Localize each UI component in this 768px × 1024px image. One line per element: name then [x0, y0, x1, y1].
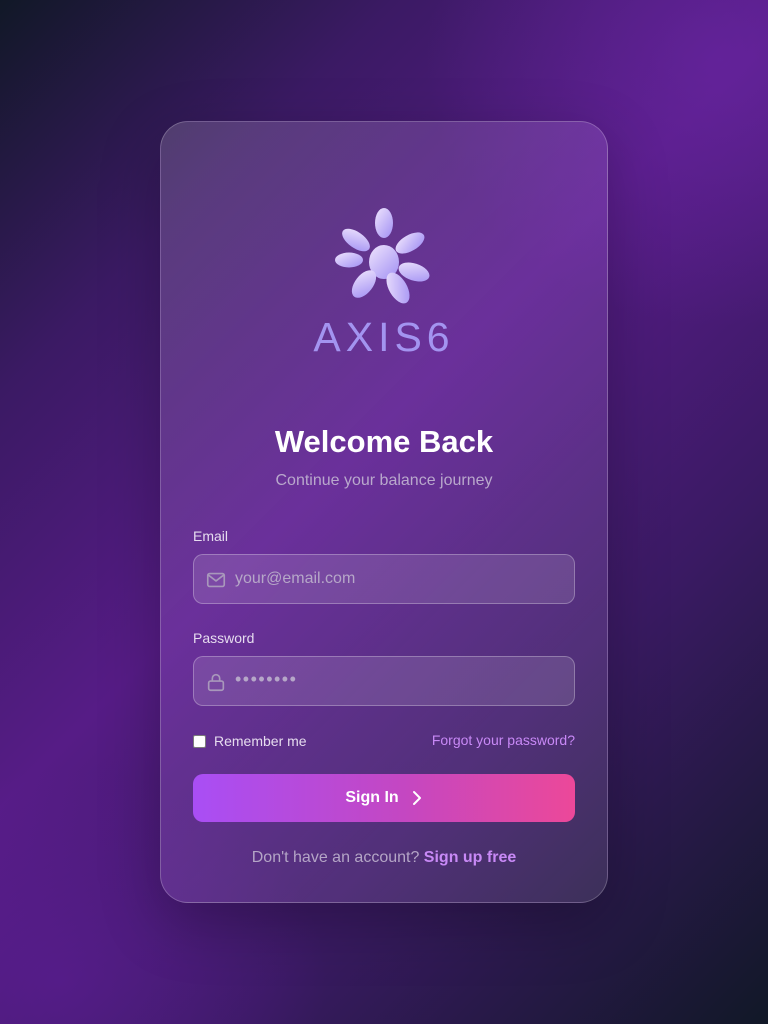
remember-me[interactable]: Remember me: [193, 732, 307, 750]
page-subtitle: Continue your balance journey: [275, 472, 493, 489]
lock-icon: [207, 673, 225, 692]
email-field[interactable]: your@email.com: [193, 554, 575, 604]
email-label: Email: [193, 528, 229, 544]
signup-prompt: Don't have an account?: [251, 849, 424, 866]
remember-me-checkbox[interactable]: [193, 734, 206, 748]
chevron-right-icon: [412, 791, 421, 805]
sign-up-link[interactable]: Sign up free: [424, 849, 516, 866]
password-field[interactable]: ••••••••: [193, 656, 575, 706]
mail-icon: [206, 572, 226, 588]
brand-wordmark: AXIS6: [313, 314, 455, 360]
password-masked-value: ••••••••: [235, 669, 298, 689]
signup-row: Don't have an account? Sign up free: [0, 849, 768, 867]
sign-in-button[interactable]: Sign In: [193, 774, 575, 822]
sign-in-label: Sign In: [345, 789, 399, 806]
axis6-logo-icon: [335, 208, 430, 304]
forgot-password-link[interactable]: Forgot your password?: [432, 732, 575, 748]
page-title: Welcome Back: [274, 424, 494, 459]
email-placeholder: your@email.com: [235, 570, 356, 587]
remember-me-label: Remember me: [214, 733, 307, 749]
password-label: Password: [193, 630, 255, 646]
